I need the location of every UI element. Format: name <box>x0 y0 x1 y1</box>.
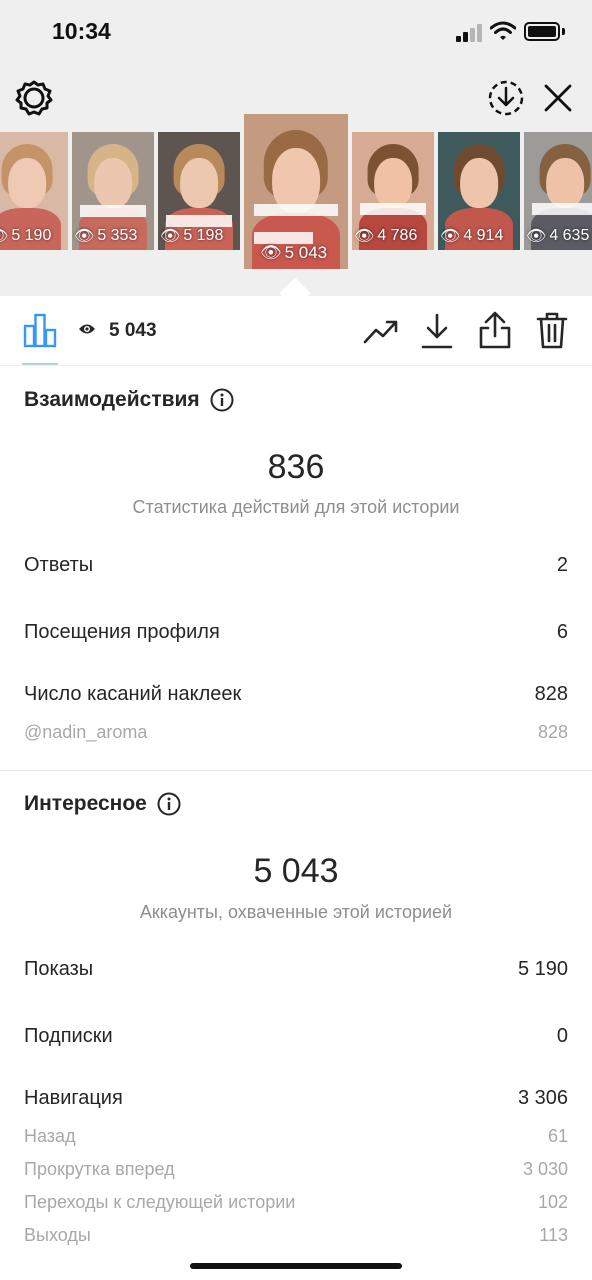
stat-label: @nadin_aroma <box>24 722 148 742</box>
stat-row-profile-visits: Посещения профиля 6 <box>24 621 568 644</box>
thumbnail-face <box>460 157 498 208</box>
reach-caption: Аккаунты, охваченные этой историей <box>139 902 453 922</box>
stat-value: 113 <box>539 1225 568 1245</box>
thumbnail-caption-strip <box>532 202 592 215</box>
stat-value: 6 <box>556 621 568 643</box>
stat-label: Подписки <box>24 1025 113 1047</box>
status-time: 10:34 <box>52 18 111 44</box>
story-toolbar: 5 043 <box>0 296 592 366</box>
download-icon[interactable] <box>420 312 454 350</box>
save-download-circle-icon[interactable] <box>486 78 526 118</box>
stat-label: Выходы <box>24 1225 91 1245</box>
close-icon[interactable] <box>540 80 576 116</box>
info-icon[interactable] <box>210 388 234 412</box>
thumbnail-face <box>180 157 218 208</box>
trash-icon[interactable] <box>536 310 568 350</box>
bar-chart-icon[interactable] <box>22 312 58 348</box>
interactions-total: 836 <box>267 448 325 486</box>
story-thumbnail[interactable]: 👁 4 786 <box>352 132 434 250</box>
thumbnail-views: 👁 4 635 <box>526 227 590 245</box>
thumbnail-sticker-strip <box>254 231 313 244</box>
stat-row-sticker-mention[interactable]: @nadin_aroma 828 <box>24 722 568 743</box>
thumbnail-views: 👁 5 353 <box>74 227 138 245</box>
reach-total: 5 043 <box>253 852 339 890</box>
stat-label: Навигация <box>24 1087 123 1109</box>
interactions-caption: Статистика действий для этой истории <box>132 497 460 517</box>
stat-value: 2 <box>556 554 568 576</box>
cellular-signal-icon <box>456 24 484 42</box>
story-thumbnail[interactable]: 👁 5 198 <box>158 132 240 250</box>
thumbnail-caption-strip <box>254 203 338 216</box>
nav-row-exits: Выходы 113 <box>24 1225 568 1246</box>
stat-value: 828 <box>534 683 568 705</box>
status-bar: 10:34 <box>0 0 592 64</box>
discovery-section-title: Интересное <box>24 792 181 816</box>
thumbnail-views: 👁 5 043 <box>260 243 328 262</box>
thumbnail-caption-strip <box>360 202 426 215</box>
thumbnail-views: 👁5 190 <box>0 226 51 246</box>
story-thumbnail[interactable]: 👁 5 353 <box>72 132 154 250</box>
eye-icon: 👁 <box>260 243 282 262</box>
nav-row-forward: Прокрутка вперед 3 030 <box>24 1159 568 1180</box>
thumbnail-face <box>8 157 46 208</box>
story-thumbnail[interactable]: 👁5 190 <box>0 132 68 250</box>
eye-icon <box>79 324 95 334</box>
battery-tip <box>562 28 565 35</box>
thumbnail-views: 👁 5 198 <box>160 227 224 245</box>
eye-icon: 👁 <box>0 226 8 246</box>
trending-icon[interactable] <box>362 314 400 348</box>
stat-label: Прокрутка вперед <box>24 1159 175 1179</box>
stat-label: Посещения профиля <box>24 621 220 643</box>
discovery-title: Интересное <box>24 792 147 815</box>
stat-value: 61 <box>547 1126 568 1146</box>
stat-value: 3 306 <box>517 1087 568 1109</box>
stat-row-sticker-taps: Число касаний наклеек 828 <box>24 683 568 706</box>
eye-icon: 👁 <box>74 228 95 245</box>
eye-icon: 👁 <box>354 228 375 245</box>
stat-label: Ответы <box>24 554 94 576</box>
stat-label: Переходы к следующей истории <box>24 1192 296 1212</box>
stat-value: 102 <box>537 1192 568 1212</box>
stat-row-follows: Подписки 0 <box>24 1025 568 1048</box>
stat-label: Показы <box>24 958 94 980</box>
info-icon[interactable] <box>157 792 181 816</box>
active-tab-indicator <box>22 363 58 365</box>
stat-row-navigation: Навигация 3 306 <box>24 1087 568 1110</box>
nav-row-next-story: Переходы к следующей истории 102 <box>24 1192 568 1213</box>
stat-row-impressions: Показы 5 190 <box>24 958 568 981</box>
thumbnail-views: 👁 4 914 <box>440 227 504 245</box>
stat-value: 828 <box>537 722 568 742</box>
stat-row-replies: Ответы 2 <box>24 554 568 577</box>
thumbnail-face <box>94 157 132 208</box>
eye-icon: 👁 <box>440 228 461 245</box>
stat-value: 0 <box>556 1025 568 1047</box>
wifi-icon <box>490 21 516 40</box>
section-divider <box>0 770 592 771</box>
interactions-title: Взаимодействия <box>24 388 200 411</box>
home-indicator <box>190 1263 402 1269</box>
thumbnail-face <box>374 157 412 208</box>
eye-icon: 👁 <box>526 228 547 245</box>
thumbnail-views: 👁 4 786 <box>354 227 418 245</box>
thumbnail-face <box>546 157 584 208</box>
stat-label: Назад <box>24 1126 76 1146</box>
battery-icon <box>524 22 560 41</box>
thumbnail-sticker-strip <box>166 214 232 227</box>
thumbnail-caption-strip <box>80 205 146 218</box>
settings-gear-icon[interactable] <box>14 78 54 118</box>
story-thumbnail[interactable]: 👁 4 635 <box>524 132 592 250</box>
nav-row-back: Назад 61 <box>24 1126 568 1147</box>
story-thumbnail[interactable]: 👁 4 914 <box>438 132 520 250</box>
share-icon[interactable] <box>478 310 512 350</box>
interactions-section-title: Взаимодействия <box>24 388 234 412</box>
stat-label: Число касаний наклеек <box>24 683 242 705</box>
story-thumbnails: 👁5 190 👁5 353 👁5 198 <box>0 114 592 286</box>
story-thumbnail-selected[interactable]: 👁 5 043 <box>244 114 348 269</box>
story-strip-area: 10:34 👁5 190 <box>0 0 592 296</box>
eye-icon: 👁 <box>160 228 181 245</box>
views-count: 5 043 <box>109 320 157 341</box>
stat-value: 3 030 <box>522 1159 568 1179</box>
stat-value: 5 190 <box>517 958 568 980</box>
